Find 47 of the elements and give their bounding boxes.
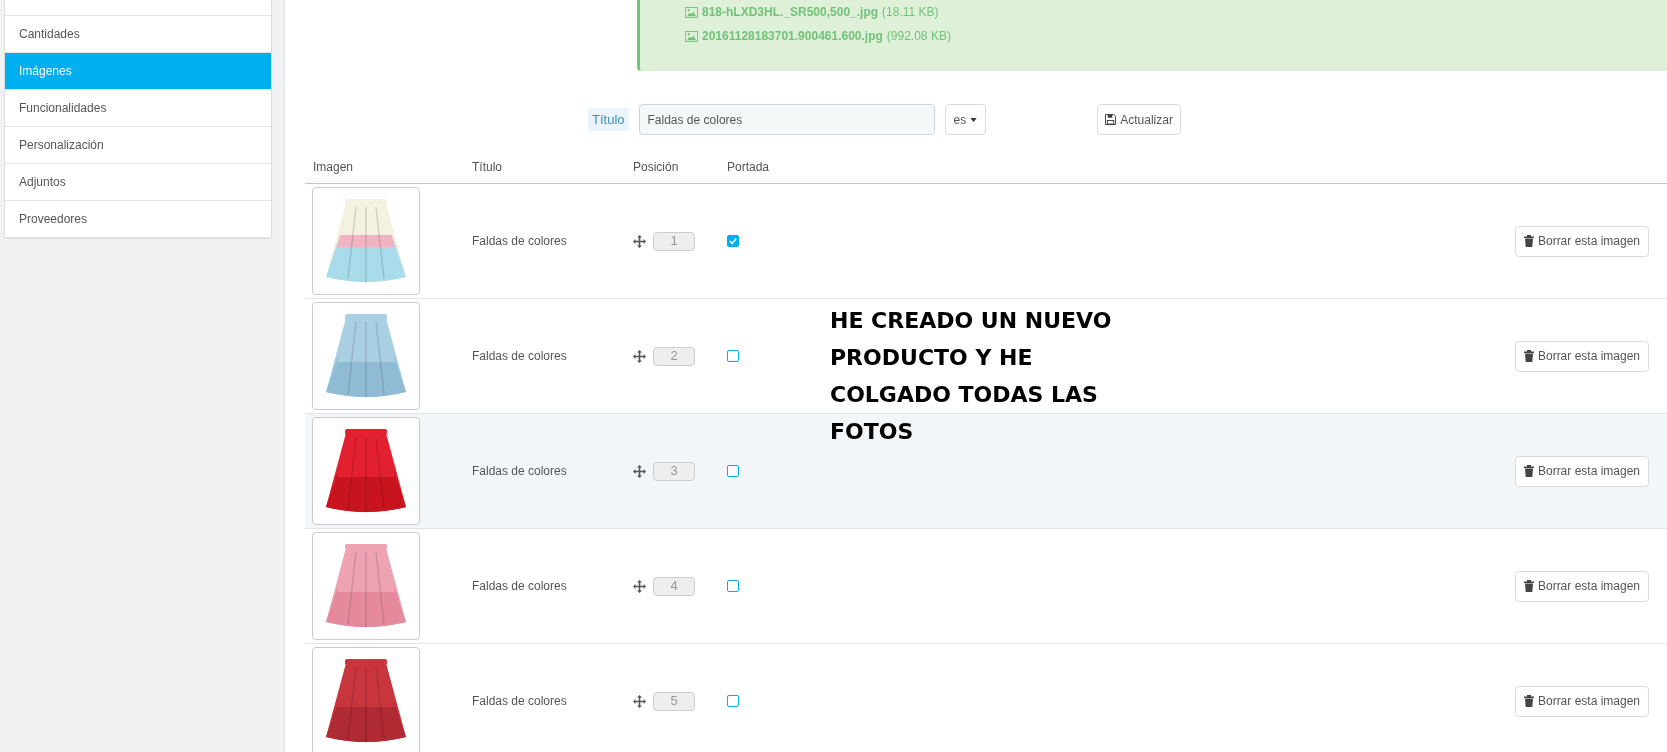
delete-image-button[interactable]: Borrar esta imagen [1514,570,1649,602]
file-name: 818-hLXD3HL._SR500,500_.jpg [702,4,879,21]
cover-checkbox[interactable] [727,465,739,477]
trash-icon [1523,235,1534,247]
image-file-icon [685,30,698,42]
trash-icon [1523,350,1534,362]
cover-checkbox[interactable] [727,350,739,362]
move-icon[interactable] [633,579,646,593]
delete-image-button[interactable]: Borrar esta imagen [1514,685,1649,717]
delete-image-button[interactable]: Borrar esta imagen [1514,455,1649,487]
sidebar-item[interactable]: Personalización [5,127,271,164]
sidebar-item[interactable]: Funcionalidades [5,90,271,127]
cover-checkbox[interactable] [727,580,739,592]
move-icon[interactable] [633,694,646,708]
trash-icon [1523,580,1534,592]
image-title: Faldas de colores [472,348,568,365]
annotation-text: HE CREADO UN NUEVO PRODUCTO Y HE COLGADO TODAS LAS FOTOS [830,307,1113,446]
title-input[interactable]: Faldas de colores [638,104,935,135]
image-title: Faldas de colores [472,693,568,710]
delete-image-button[interactable]: Borrar esta imagen [1514,225,1649,257]
file-size: (18.11 KB) [882,4,939,21]
image-title: Faldas de colores [472,578,568,595]
image-file-icon [685,6,698,18]
image-title: Faldas de colores [472,233,568,250]
sidebar-item[interactable]: Proveedores [5,201,271,238]
caret-icon [970,117,978,122]
file-name: 20161128183701.900461.600.jpg [702,28,883,45]
delete-image-button[interactable]: Borrar esta imagen [1514,340,1649,372]
language-dropdown[interactable]: es [944,104,987,135]
move-icon[interactable] [633,234,646,248]
column-header: Título [472,158,503,176]
cover-checkbox[interactable] [727,235,739,247]
move-icon[interactable] [633,349,646,363]
sidebar-item[interactable]: Adjuntos [5,164,271,201]
check-icon [729,237,737,245]
trash-icon [1523,465,1534,477]
image-title: Faldas de colores [472,463,568,480]
save-icon [1105,114,1117,125]
trash-icon [1523,695,1534,707]
column-header: Imagen [312,158,355,176]
cover-checkbox[interactable] [727,695,739,707]
column-header: Portada [727,158,771,176]
column-header: Posición [633,158,680,176]
update-button[interactable]: Actualizar [1097,104,1181,135]
file-size: (992.08 KB) [886,28,951,45]
title-label: Título [588,107,629,132]
move-icon[interactable] [633,464,646,478]
